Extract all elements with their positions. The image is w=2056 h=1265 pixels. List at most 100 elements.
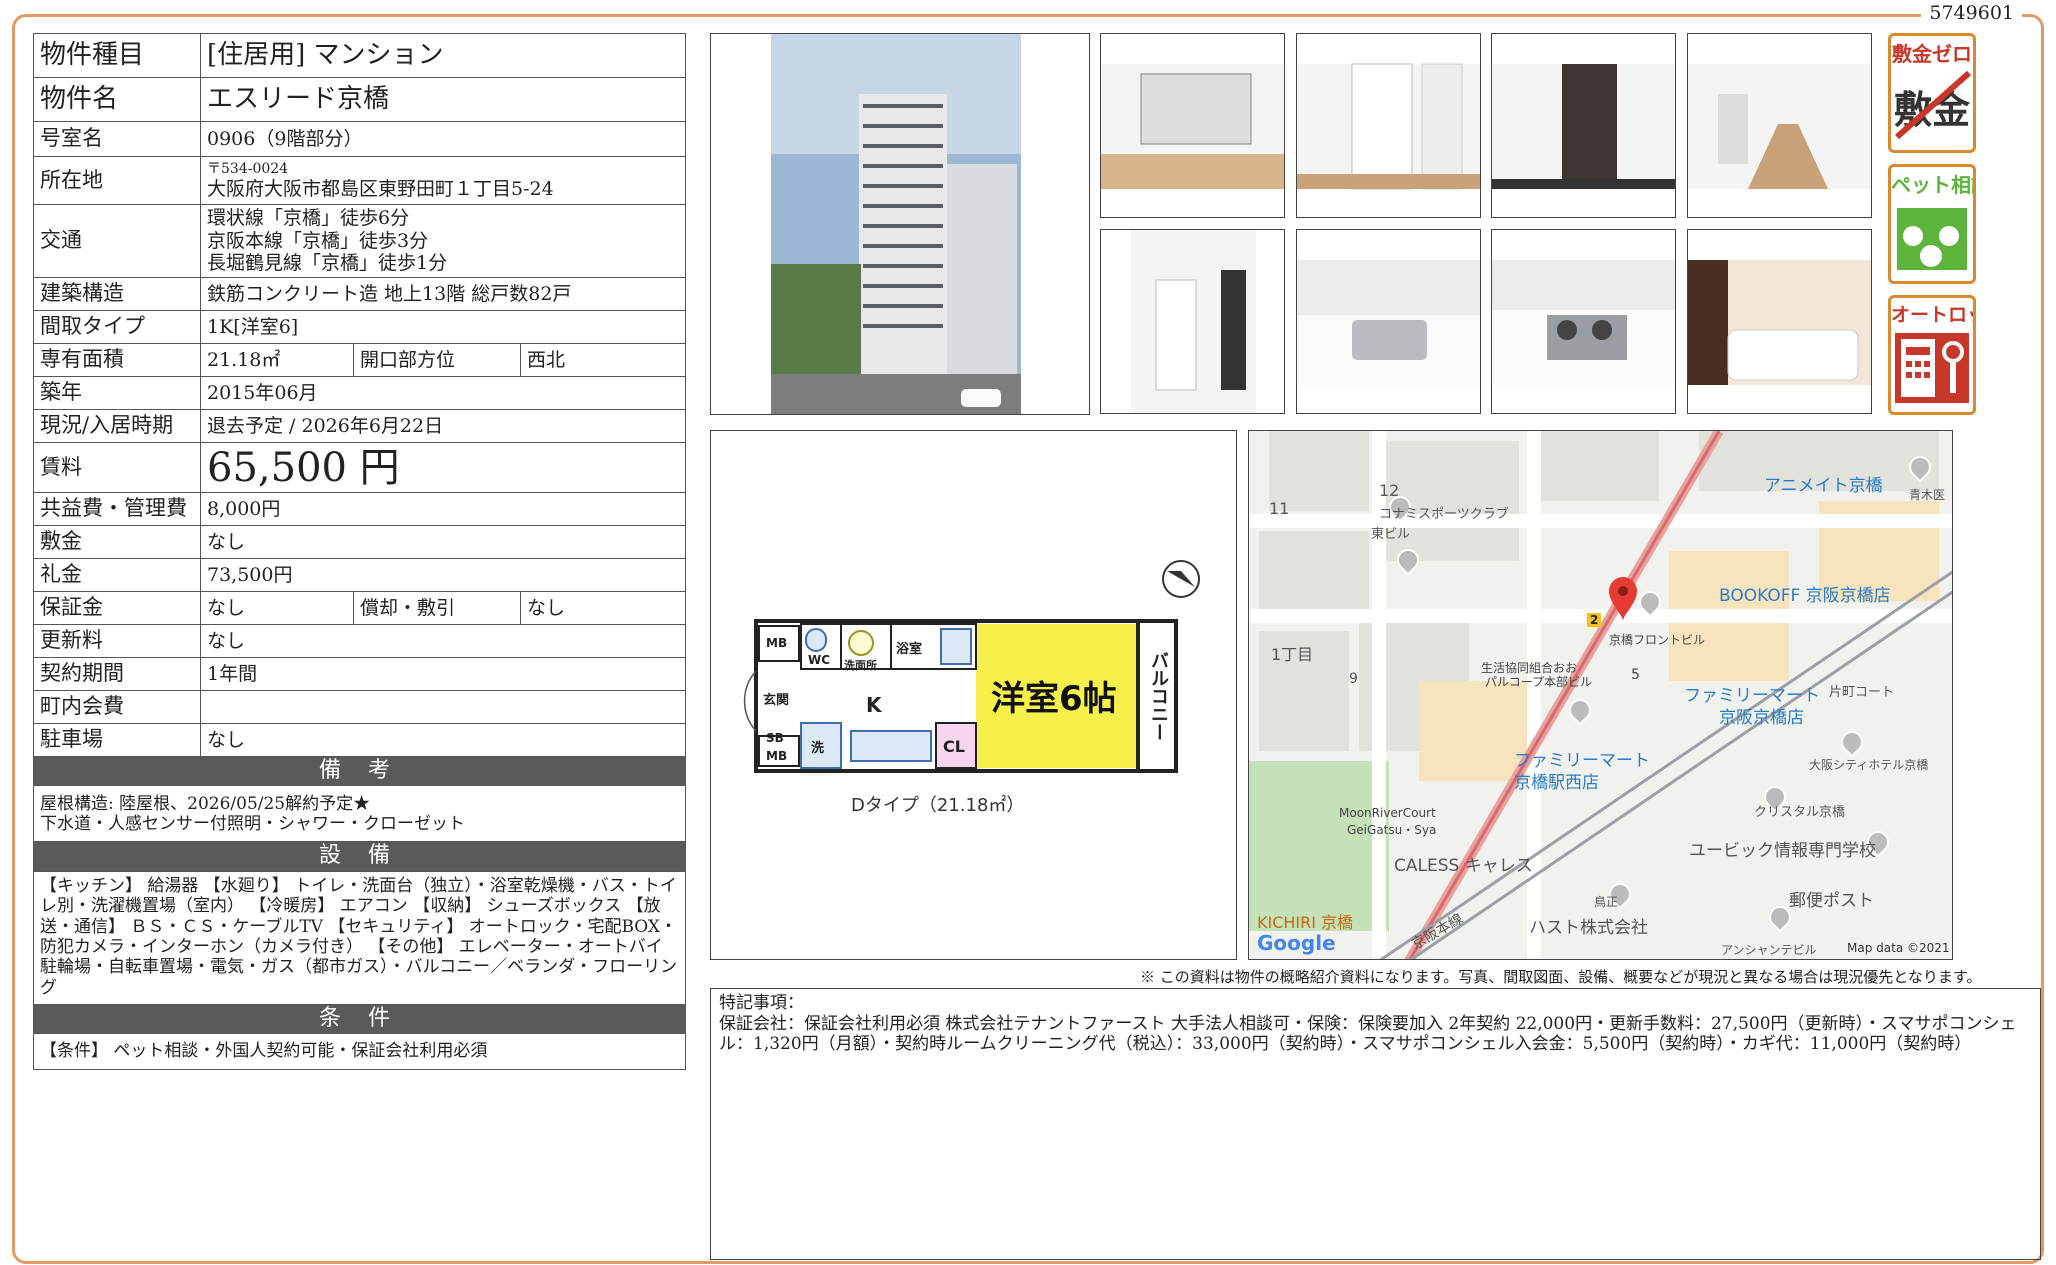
fp-entrance-label: 玄関 (763, 693, 790, 708)
spec-key-rent: 賃料 (33, 442, 201, 493)
traffic-line: 京阪本線「京橋」徒歩3分 (207, 229, 429, 252)
spec-val-type: [住居用] マンション (200, 33, 686, 78)
fp-closet-label: CL (943, 737, 965, 756)
autolock-icon (1895, 333, 1969, 403)
spec-val-parking: なし (200, 723, 686, 757)
spec-val-built: 2015年06月 (200, 376, 686, 410)
floor-plan: 洋室6帖 バルコニー K CL 浴室 洗面所 WC 玄関 MB SB MB 洗 … (710, 430, 1237, 960)
map-label: 11 (1269, 499, 1290, 518)
google-logo: Google (1257, 931, 1336, 955)
equipment-header: 設 備 (33, 841, 686, 872)
equipment-body: 【キッチン】 給湯器 【水廻り】 トイレ・洗面台（独立）・浴室乾燥機・バス・トイ… (33, 870, 686, 1005)
spec-val-deposit: なし (200, 525, 686, 559)
zip-code: 〒534-0024 (207, 160, 289, 177)
spec-val-structure: 鉄筋コンクリート造 地上13階 総戸数82戸 (200, 277, 686, 311)
spec-key-type: 物件種目 (33, 33, 201, 78)
spec-val-room: 0906（9階部分） (200, 121, 686, 157)
pet-icon (1897, 208, 1967, 270)
spec-val-address: 〒534-0024 大阪府大阪市都島区東野田町１丁目5-24 (200, 156, 686, 205)
map-label: KICHIRI 京橋 (1257, 913, 1354, 932)
map-label: 1丁目 (1271, 645, 1314, 664)
fp-wc-label: WC (808, 653, 831, 667)
spec-key-traffic: 交通 (33, 204, 201, 278)
spec-key-status: 現況/入居時期 (33, 409, 201, 443)
spec-key-parking: 駐車場 (33, 723, 201, 757)
spec-val-term: 1年間 (200, 657, 686, 691)
room-photo-kitchen-corridor (1687, 33, 1872, 218)
spec-key-structure: 建築構造 (33, 277, 201, 311)
map-label: 京橋駅西店 (1514, 773, 1599, 793)
room-photo-bathroom (1687, 229, 1872, 414)
property-spec-table: 物件種目 [住居用] マンション 物件名 エスリード京橋 号室名 0906（9階部分）… (33, 33, 686, 1071)
spec-val-renewal: なし (200, 624, 686, 658)
map-label: 9 (1349, 671, 1358, 687)
location-map[interactable]: 12 コナミスポーツクラブ 東ビル 11 1丁目 9 生活協同組合おお パルコー… (1248, 430, 1953, 960)
remarks-header: 備 考 (33, 755, 686, 787)
fp-kitchen-label: K (866, 693, 882, 717)
map-label: MoonRiverCourt (1339, 806, 1436, 820)
spec-val-guarantee: なし (200, 591, 354, 625)
room-photo-closet (1296, 33, 1481, 218)
map-label: ユービック情報専門学校 (1689, 841, 1876, 861)
traffic-line: 長堀鶴見線「京橋」徒歩1分 (207, 252, 448, 275)
spec-val-status: 退去予定 / 2026年6月22日 (200, 409, 686, 443)
remarks-line: 屋根構造: 陸屋根、2026/05/25解約予定★ (40, 793, 371, 814)
spec-key-built: 築年 (33, 376, 201, 410)
map-label: パルコープ本部ビル (1485, 675, 1593, 689)
badge-zero-deposit: 敷金ゼロ 敷金 (1888, 33, 1976, 153)
spec-val-keymoney: 73,500円 (200, 558, 686, 592)
map-label: 片町コート (1829, 685, 1895, 700)
spec-key-renewal: 更新料 (33, 624, 201, 658)
room-photo-kitchen (1100, 229, 1285, 414)
map-label: 郵便ポスト (1789, 891, 1874, 911)
special-notes-title: 特記事項： (719, 993, 804, 1013)
map-label: 5 (1631, 667, 1640, 683)
badge-label: オートロック (1891, 304, 1973, 326)
map-label: CALESS キャレス (1394, 856, 1533, 876)
fp-balcony-label: バルコニー (1148, 651, 1169, 741)
map-label: アニメイト京橋 (1764, 476, 1883, 496)
traffic-line: 環状線「京橋」徒歩6分 (207, 206, 410, 229)
badge-label: ペット相談 (1891, 173, 1973, 197)
spec-key-guarantee: 保証金 (33, 591, 201, 625)
room-photo-sink (1296, 229, 1481, 414)
map-label: 鳥正 (1594, 895, 1619, 909)
badge-pet-ok: ペット相談 (1888, 164, 1976, 284)
spec-val-fee: 8,000円 (200, 492, 686, 526)
spec-val-townfee (200, 690, 686, 724)
conditions-body: 【条件】 ペット相談・外国人契約可能・保証会社利用必須 (33, 1033, 686, 1071)
badge-label: 敷金ゼロ (1892, 42, 1972, 66)
spec-val-amortization: なし (520, 591, 686, 625)
spec-key-fee: 共益費・管理費 (33, 492, 201, 526)
spec-key-layout: 間取タイプ (33, 310, 201, 344)
spec-key-room: 号室名 (33, 121, 201, 157)
map-label: 京阪京橋店 (1719, 708, 1804, 728)
spec-key-area: 専有面積 (33, 343, 201, 377)
spec-val-layout: 1K[洋室6] (200, 310, 686, 344)
map-label: 青木医 (1909, 488, 1946, 502)
map-label: 東ビル (1371, 527, 1411, 542)
spec-key-townfee: 町内会費 (33, 690, 201, 724)
fp-wash-label: 洗面所 (844, 659, 877, 672)
map-label: アンシャンテビル (1721, 943, 1817, 957)
spec-val-area: 21.18㎡ (200, 343, 354, 377)
spec-key-keymoney: 礼金 (33, 558, 201, 592)
spec-key-name: 物件名 (33, 77, 201, 122)
no-deposit-icon: 敷金 (1891, 67, 1973, 147)
spec-key-deposit: 敷金 (33, 525, 201, 559)
special-notes: 特記事項： 保証会社：保証会社利用必須 株式会社テナントファースト 大手法人相談… (710, 988, 2041, 1260)
address-text: 大阪府大阪市都島区東野田町１丁目5-24 (207, 177, 554, 200)
spec-key-address: 所在地 (33, 156, 201, 205)
map-label: 2 (1587, 613, 1602, 627)
map-label: GeiGatsu・Sya (1347, 823, 1437, 837)
spec-val-name: エスリード京橋 (200, 77, 686, 122)
fp-bath-label: 浴室 (896, 642, 923, 657)
spec-val-rent: 65,500 円 (200, 442, 686, 493)
map-label: クリスタル京橋 (1754, 805, 1846, 820)
fp-mb-label: MB (766, 749, 788, 763)
spec-key-opening: 開口部方位 (353, 343, 521, 377)
spec-key-amortization: 償却・敷引 (353, 591, 521, 625)
remarks-line: 下水道・人感センサー付照明・シャワー・クローゼット (40, 813, 465, 834)
map-label: 12 (1379, 481, 1400, 500)
conditions-header: 条 件 (33, 1003, 686, 1035)
